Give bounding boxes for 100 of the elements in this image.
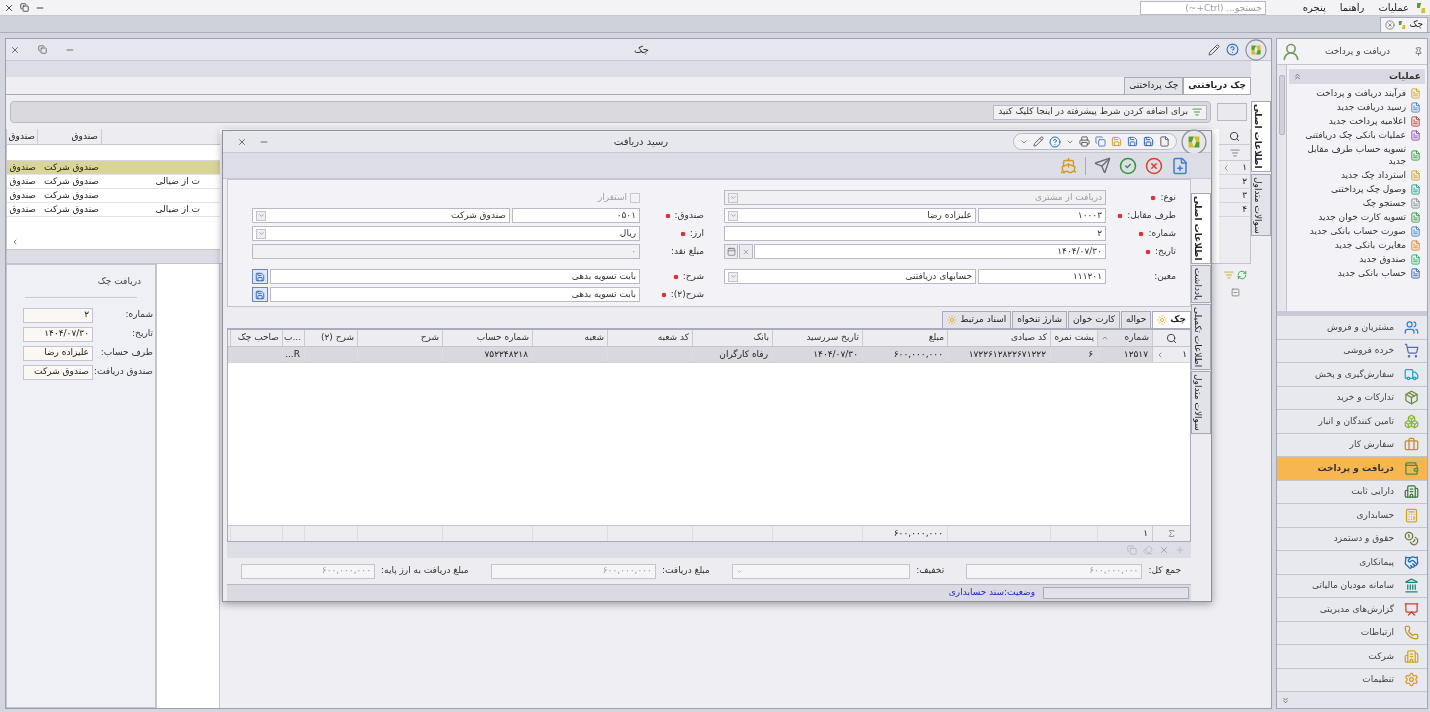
add-document-icon[interactable] — [1171, 156, 1189, 175]
search-field[interactable]: جستجو... (Ctrl+~) — [1139, 0, 1266, 15]
status-link[interactable]: وضعیت:سند حسابداری — [948, 586, 1035, 600]
sidebar-item[interactable]: عملیات بانکی چک دریافتنی — [1287, 128, 1427, 142]
save-icon[interactable] — [1127, 136, 1138, 147]
sidebar-item[interactable]: مغایرت بانکی جدید — [1287, 238, 1427, 252]
module-button[interactable]: تامین کنندگان و انبار — [1277, 410, 1427, 434]
help-icon[interactable] — [1226, 43, 1239, 56]
code-field[interactable]: ۱۰۰۰۳ — [978, 208, 1106, 223]
send-icon[interactable] — [1094, 157, 1111, 174]
sidebar-item[interactable]: حساب بانکی جدید — [1287, 266, 1427, 280]
sidebar-item[interactable]: وصول چک پرداختنی — [1287, 182, 1427, 196]
dropdown-field[interactable]: علیزاده رضا — [724, 208, 976, 223]
date-field[interactable]: ۱۴۰۴/۰۷/۳۰ — [754, 244, 1106, 259]
new-file-icon[interactable] — [1159, 136, 1170, 147]
side-tab[interactable]: اطلاعات اصلی — [1251, 101, 1271, 172]
search-icon[interactable] — [1229, 131, 1240, 142]
edit-icon[interactable] — [1033, 136, 1044, 147]
document-tab[interactable]: چک — [1380, 17, 1428, 32]
tab[interactable]: شارژ تنخواه — [1012, 311, 1067, 328]
dropdown-field[interactable] — [732, 563, 911, 579]
column-header[interactable]: پشت نمره — [1050, 330, 1097, 346]
tree-toggle-icon[interactable] — [1230, 288, 1240, 297]
dropdown-field[interactable]: ریال — [252, 226, 640, 241]
module-button[interactable]: تدارکات و خرید — [1277, 386, 1427, 410]
column-header[interactable]: شرح (۲) — [304, 330, 357, 346]
filter-icon[interactable] — [1229, 147, 1240, 158]
grid-row[interactable]: صندوق شرکت صندوق — [7, 189, 220, 203]
module-button[interactable]: تنظیمات — [1277, 668, 1427, 692]
column-header[interactable]: صندوق — [6, 129, 38, 144]
tab[interactable]: اسناد مرتبط — [942, 311, 1012, 328]
more-icon[interactable] — [1281, 695, 1290, 705]
dropdown-field[interactable]: حسابهای دریافتنی — [724, 269, 976, 284]
dropdown-field[interactable]: صندوق شرکت — [252, 208, 510, 223]
delete-icon[interactable] — [1159, 545, 1169, 555]
grid-row[interactable]: صندوق شرکت صندوق — [7, 161, 220, 175]
text-field[interactable]: بابت تسویه بدهی — [270, 269, 640, 284]
grid-row[interactable]: ت از ضیالی صندوق شرکت صندوق — [7, 203, 220, 217]
close-icon[interactable] — [4, 2, 14, 13]
column-header[interactable]: شرح — [357, 330, 442, 346]
sidebar-item[interactable]: استرداد چک جدید — [1287, 168, 1427, 182]
column-header[interactable]: بانک — [692, 330, 772, 346]
clear-button[interactable] — [739, 244, 753, 259]
code-field[interactable]: ۱۱۱۲۰۱ — [978, 269, 1106, 284]
restore-icon[interactable] — [20, 3, 29, 12]
column-header[interactable]: شماره حساب — [442, 330, 532, 346]
module-button[interactable]: سفارش‌گیری و پخش — [1277, 363, 1427, 387]
sidebar-item[interactable]: جستجو چک — [1287, 196, 1427, 210]
close-icon[interactable] — [10, 44, 20, 55]
sidebar-item[interactable]: فرآیند دریافت و پرداخت — [1287, 86, 1427, 100]
module-button[interactable]: دارایی ثابت — [1277, 480, 1427, 504]
sidebar-item[interactable]: تسویه حساب طرف مقابل جدید — [1287, 142, 1427, 168]
filter-hint-button[interactable]: برای اضافه کردن شرط پیشرفته در اینجا کلیک کنید — [993, 104, 1207, 120]
save-button[interactable] — [252, 287, 268, 302]
sidebar-item[interactable]: صندوق جدید — [1287, 252, 1427, 266]
column-header[interactable]: کد صیادی — [947, 330, 1050, 346]
tab[interactable]: چک — [1152, 311, 1191, 328]
filter-box[interactable] — [1217, 103, 1247, 121]
menu-item[interactable]: پنجره — [1295, 0, 1333, 15]
tab[interactable]: چک دریافتنی — [1183, 77, 1251, 94]
ship-icon[interactable] — [1060, 157, 1077, 174]
module-button[interactable]: گزارش‌های مدیریتی — [1277, 598, 1427, 622]
scroll-left-icon[interactable] — [11, 238, 19, 246]
module-button[interactable]: ارتباطات — [1277, 621, 1427, 645]
text-field[interactable]: ۲ — [724, 226, 1106, 241]
value-field[interactable]: ۲ — [23, 307, 93, 323]
column-header[interactable]: شعبه — [532, 330, 607, 346]
logo-icon[interactable] — [1245, 38, 1267, 61]
value-field[interactable]: صندوق شرکت — [23, 364, 93, 380]
module-button[interactable]: حقوق و دستمزد — [1277, 527, 1427, 551]
save-icon[interactable] — [1143, 136, 1154, 147]
calendar-button[interactable] — [724, 244, 738, 259]
column-header[interactable]: کد شعبه — [607, 330, 692, 346]
help-icon[interactable] — [1049, 135, 1061, 148]
tab[interactable]: حواله — [1121, 311, 1152, 328]
print-icon[interactable] — [1079, 136, 1090, 147]
sidebar-item[interactable]: صورت حساب بانکی جدید — [1287, 224, 1427, 238]
column-header[interactable]: ...ب — [282, 330, 304, 346]
sidebar-item[interactable]: تسویه کارت خوان جدید — [1287, 210, 1427, 224]
sidebar-item[interactable]: رسید دریافت جدید — [1287, 100, 1427, 114]
side-tab[interactable]: سوالات متداول — [1191, 371, 1211, 434]
edit-icon[interactable] — [1208, 43, 1220, 56]
pin-icon[interactable] — [1414, 47, 1423, 56]
confirm-icon[interactable] — [1119, 156, 1137, 175]
code-field[interactable]: ۰۵۰۱ — [512, 208, 640, 223]
menu-item[interactable]: راهنما — [1332, 0, 1372, 15]
refresh-icon[interactable] — [1236, 270, 1247, 280]
close-icon[interactable] — [237, 136, 247, 147]
logo-icon[interactable] — [1181, 128, 1207, 155]
module-button[interactable]: پیمانکاری — [1277, 551, 1427, 575]
tab[interactable]: کارت خوان — [1068, 311, 1120, 328]
text-field[interactable]: بابت تسویه بدهی — [270, 287, 640, 302]
column-header[interactable]: صاحب چک — [230, 330, 282, 346]
menu-item[interactable]: عملیات — [1371, 0, 1416, 15]
module-button[interactable]: سفارش کار — [1277, 433, 1427, 457]
search-icon[interactable] — [1166, 332, 1177, 344]
grid-row[interactable]: ت از ضیالی صندوق شرکت صندوق — [7, 175, 220, 189]
app-icon[interactable] — [1416, 1, 1426, 14]
module-button[interactable]: سامانه مودیان مالیاتی — [1277, 574, 1427, 598]
column-header[interactable]: صندوق — [38, 129, 102, 144]
